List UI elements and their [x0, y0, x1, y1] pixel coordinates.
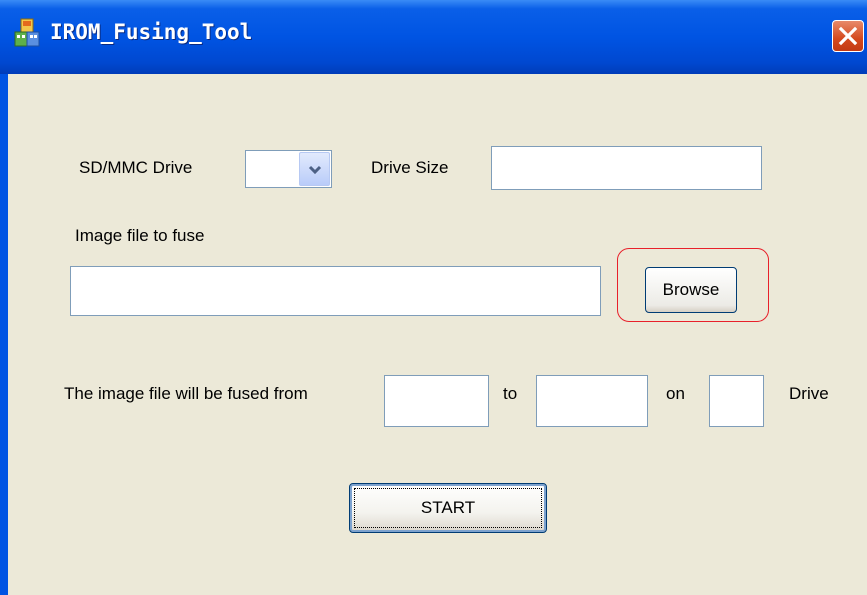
start-button[interactable]: START — [349, 483, 547, 533]
fuse-from-field[interactable] — [384, 375, 489, 427]
drive-size-field[interactable] — [491, 146, 762, 190]
to-label: to — [503, 384, 518, 403]
fuse-to-field[interactable] — [536, 375, 648, 427]
close-icon — [838, 26, 858, 46]
sd-mmc-drive-label: SD/MMC Drive — [79, 158, 193, 177]
drive-size-label: Drive Size — [371, 158, 449, 177]
title-bar[interactable]: IROM_Fusing_Tool — [0, 0, 867, 74]
dropdown-button[interactable] — [299, 152, 330, 186]
fusing-tool-window: IROM_Fusing_Tool SD/MMC Drive Drive Size… — [0, 0, 867, 595]
fuse-from-label: The image file will be fused from — [64, 384, 308, 403]
browse-button[interactable]: Browse — [645, 267, 737, 313]
chevron-down-icon — [308, 165, 322, 175]
drive-label: Drive — [789, 384, 829, 403]
focus-rectangle — [354, 488, 542, 528]
app-icon — [14, 18, 40, 47]
image-file-path-input[interactable] — [70, 266, 601, 316]
on-label: on — [666, 384, 685, 403]
window-title: IROM_Fusing_Tool — [50, 20, 253, 44]
sd-mmc-drive-combobox[interactable] — [245, 150, 332, 188]
image-file-label: Image file to fuse — [75, 226, 205, 245]
close-button[interactable] — [832, 20, 864, 52]
target-drive-field[interactable] — [709, 375, 764, 427]
